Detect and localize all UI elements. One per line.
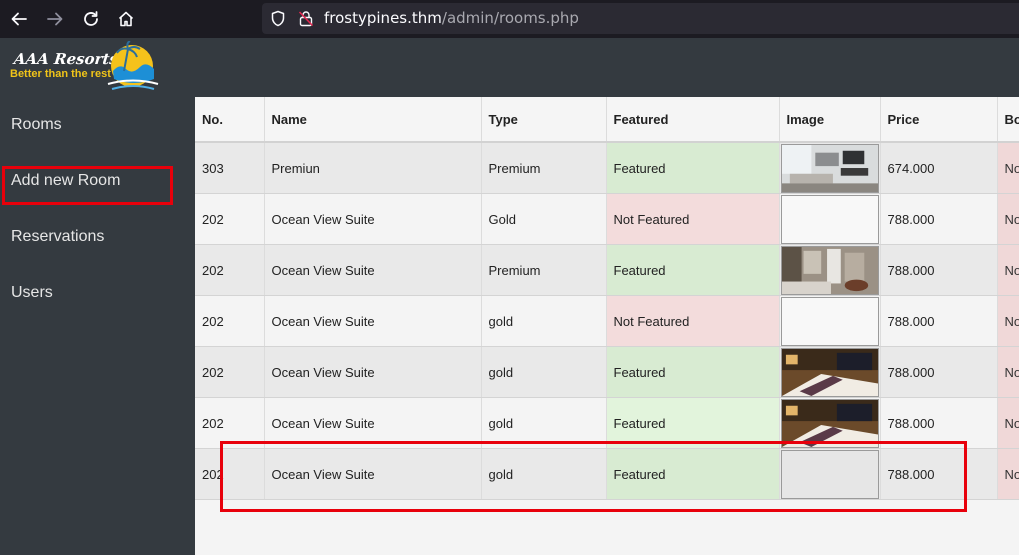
cell-name: Premiun: [264, 142, 482, 194]
cell-no: 303: [195, 142, 265, 194]
sidebar-item-reservations[interactable]: Reservations: [11, 228, 104, 246]
cell-image: [779, 244, 881, 296]
annotation-box-new-row: [220, 441, 967, 512]
forward-icon[interactable]: [45, 9, 65, 29]
table-row: 202 Ocean View Suite Gold Not Featured 7…: [195, 193, 1019, 245]
table-row: 202 Ocean View Suite gold Featured 788.0…: [195, 346, 1019, 398]
room-thumbnail-bedroom: [780, 348, 879, 397]
header-name: Name: [264, 97, 482, 143]
cell-featured: Featured: [606, 244, 780, 296]
resort-logo-icon: [104, 40, 162, 100]
table-row: 202 Ocean View Suite gold Not Featured 7…: [195, 295, 1019, 347]
cell-type: gold: [481, 346, 607, 398]
cell-bo: No: [997, 448, 1019, 500]
cell-bo: No: [997, 295, 1019, 347]
sidebar-item-rooms[interactable]: Rooms: [11, 116, 62, 134]
cell-name: Ocean View Suite: [264, 295, 482, 347]
cell-image: [779, 346, 881, 398]
url-host: frostypines.thm: [324, 9, 442, 27]
room-thumbnail-bathroom: [780, 246, 879, 295]
url-path: /admin/rooms.php: [441, 9, 579, 27]
cell-bo: No: [997, 346, 1019, 398]
insecure-lock-icon[interactable]: [298, 10, 314, 32]
rooms-table: No. Name Type Featured Image Price Bo 30…: [195, 97, 1019, 500]
cell-image: [779, 142, 881, 194]
cell-price: 788.000: [880, 244, 998, 296]
cell-type: gold: [481, 295, 607, 347]
cell-no: 202: [195, 193, 265, 245]
cell-price: 674.000: [880, 142, 998, 194]
logo-title: AAA Resorts: [13, 50, 119, 68]
header-price: Price: [880, 97, 998, 143]
cell-name: Ocean View Suite: [264, 244, 482, 296]
cell-type: Premium: [481, 142, 607, 194]
url-text[interactable]: frostypines.thm/admin/rooms.php: [324, 9, 579, 27]
reload-icon[interactable]: [81, 9, 101, 29]
cell-bo: No: [997, 397, 1019, 449]
header-bo: Bo: [997, 97, 1019, 143]
home-icon[interactable]: [116, 9, 136, 29]
cell-type: Gold: [481, 193, 607, 245]
room-thumbnail-empty: [780, 195, 879, 244]
cell-price: 788.000: [880, 193, 998, 245]
cell-no: 202: [195, 295, 265, 347]
shield-icon[interactable]: [270, 10, 286, 32]
annotation-box-add-room: [2, 166, 173, 205]
cell-name: Ocean View Suite: [264, 346, 482, 398]
cell-no: 202: [195, 346, 265, 398]
cell-image: [779, 295, 881, 347]
header-featured: Featured: [606, 97, 780, 143]
cell-featured: Featured: [606, 142, 780, 194]
cell-featured: Not Featured: [606, 193, 780, 245]
cell-featured: Not Featured: [606, 295, 780, 347]
cell-no: 202: [195, 244, 265, 296]
table-header-row: No. Name Type Featured Image Price Bo: [195, 97, 1019, 143]
browser-toolbar: frostypines.thm/admin/rooms.php: [0, 0, 1019, 38]
back-icon[interactable]: [9, 9, 29, 29]
url-bar[interactable]: frostypines.thm/admin/rooms.php: [262, 3, 1019, 34]
cell-type: Premium: [481, 244, 607, 296]
header-image: Image: [779, 97, 881, 143]
cell-bo: No: [997, 193, 1019, 245]
cell-featured: Featured: [606, 346, 780, 398]
header-type: Type: [481, 97, 607, 143]
room-thumbnail-empty: [780, 297, 879, 346]
sidebar-item-users[interactable]: Users: [11, 284, 53, 302]
cell-price: 788.000: [880, 346, 998, 398]
header-no: No.: [195, 97, 265, 143]
cell-bo: No: [997, 244, 1019, 296]
table-row: 202 Ocean View Suite Premium Featured 78…: [195, 244, 1019, 296]
cell-price: 788.000: [880, 295, 998, 347]
logo-tagline: Better than the rest: [10, 68, 111, 80]
table-row: 303 Premiun Premium Featured 674.000 No: [195, 142, 1019, 194]
cell-image: [779, 193, 881, 245]
room-thumbnail-living-room: [780, 144, 879, 193]
cell-bo: No: [997, 142, 1019, 194]
cell-name: Ocean View Suite: [264, 193, 482, 245]
